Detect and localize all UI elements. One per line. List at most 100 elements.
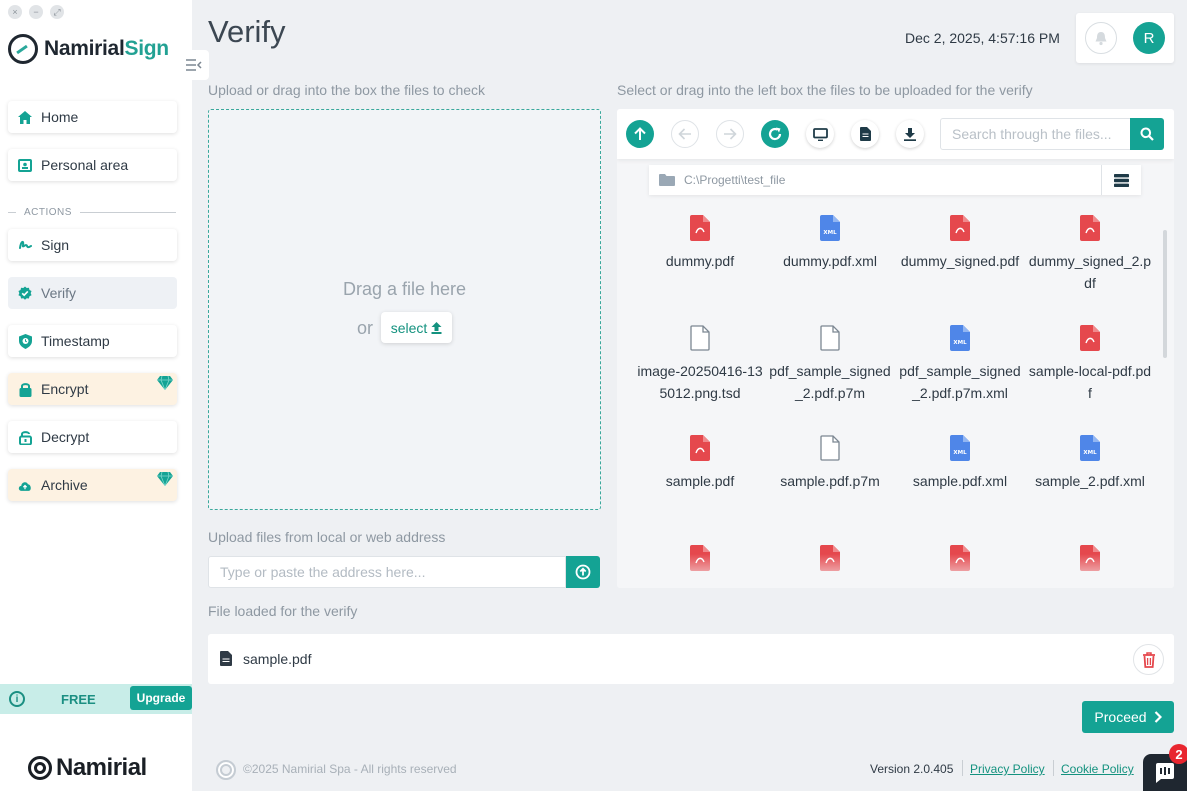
page-title: Verify [208, 14, 286, 49]
back-button[interactable] [671, 120, 699, 148]
file-item[interactable]: pdf_sample_signed_2.pdf.p7m [765, 325, 895, 404]
file-name: sample.pdf.xml [912, 473, 1008, 489]
chevron-right-icon [1154, 711, 1162, 723]
file-item[interactable]: XML dummy.pdf.xml [765, 215, 895, 272]
parent-folder-button[interactable] [626, 120, 654, 148]
file-name: pdf_sample_signed_2.pdf.p7m [769, 363, 891, 401]
file-item[interactable]: XML sample_2.pdf.xml [1025, 435, 1155, 492]
svg-text:XML: XML [953, 450, 967, 456]
file-item[interactable]: XML sample.pdf.xml [895, 435, 1025, 492]
loaded-file-label: File loaded for the verify [208, 603, 358, 619]
unlock-icon [18, 430, 32, 445]
home-icon [18, 110, 32, 124]
file-item[interactable]: XML pdf_sample_signed_2.pdf.p7m.xml [895, 325, 1025, 404]
file-name: dummy.pdf [665, 253, 735, 269]
search-icon [1140, 127, 1154, 141]
footer-separator [962, 760, 963, 776]
drop-instruction: Drag a file here [342, 279, 467, 299]
sidebar-item-sign[interactable]: Sign [8, 229, 177, 261]
id-card-icon [18, 158, 32, 172]
remove-file-button[interactable] [1133, 644, 1164, 675]
arrow-right-icon [724, 128, 737, 140]
footer-separator [1053, 760, 1054, 776]
sidebar-item-personal-area[interactable]: Personal area [8, 149, 177, 181]
sidebar-item-decrypt[interactable]: Decrypt [8, 421, 177, 453]
brand-name-part1: Namirial [44, 37, 125, 60]
file-item[interactable]: image-20250416-135012.png.tsd [635, 325, 765, 404]
sidebar-item-label: Personal area [41, 157, 129, 173]
namirial-footer-logo: Namirial [28, 754, 147, 782]
browser-toolbar [617, 109, 1174, 159]
file-name: pdf_sample_signed_2.pdf.p7m.xml [899, 363, 1021, 401]
window-maximize-button[interactable]: ⤢ [50, 5, 64, 19]
premium-diamond-icon [157, 472, 173, 486]
trash-icon [1142, 651, 1155, 668]
file-item[interactable]: sample.pdf [635, 435, 765, 492]
pdf-file-icon [1080, 325, 1100, 351]
select-file-button[interactable]: select [381, 312, 452, 343]
svg-text:XML: XML [1083, 450, 1097, 456]
url-upload-label: Upload files from local or web address [208, 529, 446, 545]
url-input[interactable] [208, 556, 566, 588]
file-item[interactable]: sample.pdf.p7m [765, 435, 895, 492]
local-computer-button[interactable] [806, 120, 834, 148]
bell-icon [1095, 31, 1107, 45]
sidebar-collapse-button[interactable] [179, 50, 209, 80]
cookie-policy-link[interactable]: Cookie Policy [1061, 762, 1134, 776]
file-item[interactable]: sample-local-pdf.pdf [1025, 325, 1155, 404]
downloads-button[interactable] [896, 120, 924, 148]
sidebar-item-label: Encrypt [41, 381, 89, 397]
file-item[interactable]: dummy_signed_2.pdf [1025, 215, 1155, 294]
proceed-button[interactable]: Proceed [1082, 701, 1174, 733]
file-item[interactable]: dummy.pdf [635, 215, 765, 272]
window-minimize-button[interactable]: − [29, 5, 43, 19]
signature-icon [18, 238, 32, 252]
brand-logo: NamirialSign [8, 34, 169, 64]
sidebar-item-label: Timestamp [41, 333, 110, 349]
window-close-button[interactable]: × [8, 5, 22, 19]
svg-text:XML: XML [953, 340, 967, 346]
documents-button[interactable] [851, 120, 879, 148]
upgrade-button[interactable]: Upgrade [130, 686, 192, 710]
notifications-button[interactable] [1085, 22, 1117, 54]
file-grid-scrollbar[interactable] [1163, 230, 1167, 358]
select-file-label: select [390, 319, 428, 336]
generic-file-icon [820, 435, 840, 461]
refresh-button[interactable] [761, 120, 789, 148]
file-name: dummy.pdf.xml [783, 253, 877, 269]
loaded-file-row: sample.pdf [208, 634, 1174, 684]
file-name: sample.pdf.p7m [780, 473, 880, 489]
brand-name-part2: Sign [124, 37, 169, 60]
xml-file-icon: XML [820, 215, 840, 241]
list-view-icon [1114, 173, 1129, 187]
sidebar-item-label: Archive [41, 477, 88, 493]
arrow-up-icon [634, 127, 646, 140]
file-browser: dummy.pdf XML dummy.pdf.xml dummy_signed… [617, 109, 1174, 588]
file-item[interactable]: dummy_signed.pdf [895, 215, 1025, 272]
upload-section-label: Upload or drag into the box the files to… [208, 82, 486, 98]
sidebar-item-encrypt[interactable]: Encrypt [8, 373, 177, 405]
user-avatar[interactable]: R [1133, 22, 1165, 54]
proceed-label: Proceed [1094, 709, 1147, 725]
sidebar-item-timestamp[interactable]: Timestamp [8, 325, 177, 357]
file-search-button[interactable] [1130, 118, 1164, 150]
monitor-icon [812, 127, 828, 141]
view-mode-button[interactable] [1101, 165, 1141, 195]
sidebar-item-archive[interactable]: Archive [8, 469, 177, 501]
pdf-file-icon [690, 215, 710, 241]
file-search-input[interactable] [940, 118, 1131, 150]
current-datetime: Dec 2, 2025, 4:57:16 PM [905, 30, 1060, 46]
premium-diamond-icon [157, 376, 173, 390]
privacy-policy-link[interactable]: Privacy Policy [970, 762, 1045, 776]
arrow-left-icon [678, 128, 691, 140]
drop-or-text: or [357, 318, 374, 338]
file-dropzone[interactable]: Drag a file here or select [208, 109, 601, 510]
namirial-logo-text: Namirial [56, 754, 147, 781]
namirial-mark-icon [216, 760, 236, 780]
brand-name: NamirialSign [44, 37, 169, 61]
sidebar-item-verify[interactable]: Verify [8, 277, 177, 309]
sidebar-item-home[interactable]: Home [8, 101, 177, 133]
document-icon [220, 651, 232, 666]
url-upload-button[interactable] [566, 556, 600, 588]
forward-button[interactable] [716, 120, 744, 148]
